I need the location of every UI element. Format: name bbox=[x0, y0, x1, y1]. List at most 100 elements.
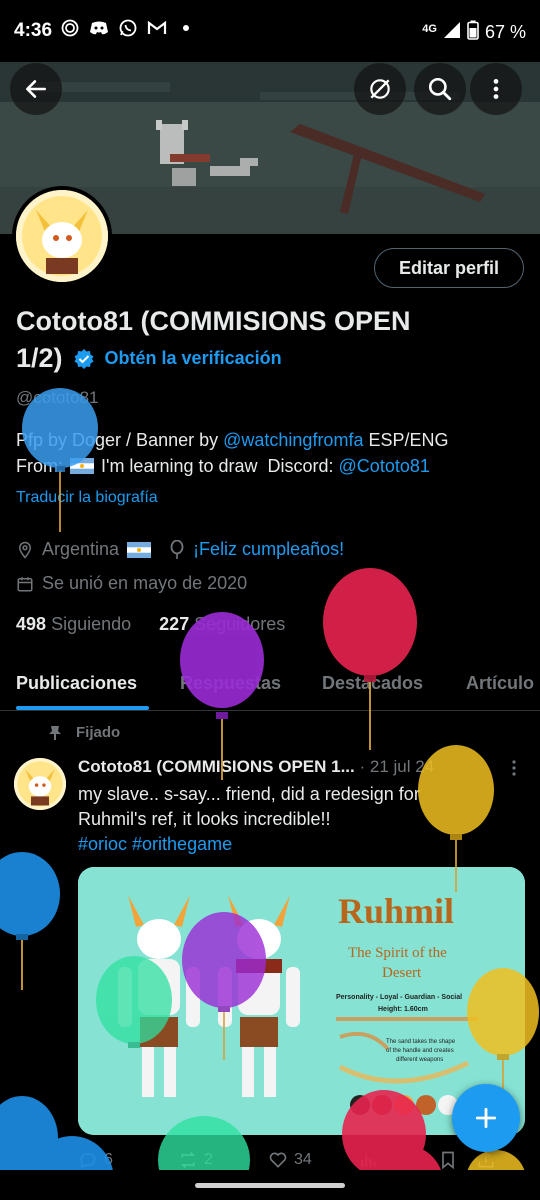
tab-articles[interactable]: Artículo bbox=[466, 673, 534, 694]
grok-icon bbox=[370, 79, 390, 99]
post-hashtags[interactable]: #orioc #orithegame bbox=[78, 832, 518, 857]
bio-text-1: Pfp by Doger / Banner by bbox=[16, 430, 224, 450]
status-time: 4:36 bbox=[14, 20, 53, 41]
ref-subtitle-2: Desert bbox=[382, 965, 422, 981]
tab-replies[interactable]: Respuestas bbox=[180, 673, 281, 694]
battery-percent: 67 % bbox=[484, 22, 526, 42]
battery-icon bbox=[467, 20, 479, 45]
bookmark-share-group bbox=[438, 1150, 496, 1170]
tab-posts[interactable]: Publicaciones bbox=[16, 673, 137, 694]
post-author-avatar[interactable] bbox=[14, 758, 66, 810]
bio-text-3: From: bbox=[16, 456, 68, 476]
profile-avatar[interactable] bbox=[12, 186, 112, 286]
profile-name-line2: 1/2) bbox=[16, 343, 63, 373]
like-count: 34 bbox=[294, 1151, 312, 1168]
discord-handle-link[interactable]: @Cototo81 bbox=[339, 453, 430, 479]
post-text-line2: Ruhmil's ref, it looks incredible!! bbox=[78, 809, 331, 829]
signal-app-icon bbox=[60, 18, 80, 38]
post-header: Cototo81 (COMMISIONS OPEN 1... · 21 jul … bbox=[78, 757, 434, 777]
post-text: my slave.. s-say... friend, did a redesi… bbox=[78, 782, 518, 857]
post-actions: 6 2 34 bbox=[78, 1150, 528, 1170]
active-tab-indicator bbox=[16, 706, 149, 710]
plus-icon bbox=[475, 1107, 497, 1129]
avatar-artwork bbox=[16, 190, 108, 282]
location-text: Argentina bbox=[42, 539, 120, 559]
status-right: 4G 67 % bbox=[422, 20, 526, 45]
more-vertical-icon bbox=[493, 79, 499, 99]
like-button[interactable]: 34 bbox=[268, 1150, 358, 1170]
ruhmil-reference-art: Ruhmil The Spirit of the Desert Personal… bbox=[78, 867, 525, 1135]
more-vertical-icon bbox=[512, 760, 516, 776]
bookmark-icon[interactable] bbox=[438, 1150, 458, 1170]
compose-post-button[interactable] bbox=[452, 1084, 520, 1152]
ref-height: Height: 1.60cm bbox=[378, 1006, 428, 1013]
followers-count: 227 bbox=[159, 614, 190, 634]
profile-handle: @cototo81 bbox=[16, 388, 99, 407]
balloon-icon bbox=[169, 539, 185, 560]
repost-button[interactable]: 2 bbox=[178, 1150, 268, 1170]
ref-note-3: different weapons bbox=[396, 1057, 443, 1063]
post-author-name[interactable]: Cototo81 (COMMISIONS OPEN 1... bbox=[78, 757, 355, 776]
status-bar: 4:36 4G 67 % bbox=[0, 0, 540, 62]
post-image[interactable]: Ruhmil The Spirit of the Desert Personal… bbox=[78, 867, 525, 1135]
ref-subtitle-1: The Spirit of the bbox=[348, 945, 447, 961]
cell-signal-icon bbox=[443, 21, 461, 44]
followers-label: Seguidores bbox=[194, 614, 286, 634]
profile-name-line1: Cototo81 (COMMISIONS OPEN bbox=[16, 306, 411, 336]
balloon-blue-left bbox=[0, 852, 60, 990]
location-pin-icon bbox=[16, 541, 34, 559]
following-count: 498 bbox=[16, 614, 47, 634]
network-type: 4G bbox=[422, 22, 437, 35]
home-gesture-handle[interactable] bbox=[195, 1183, 345, 1188]
heart-icon bbox=[269, 1152, 287, 1168]
joined-text: Se unió en mayo de 2020 bbox=[42, 573, 248, 593]
reply-icon bbox=[80, 1152, 96, 1170]
pinned-label: Fijado bbox=[48, 724, 120, 741]
bio-text-4: I'm learning to draw Discord: bbox=[96, 456, 339, 476]
reply-count: 6 bbox=[104, 1151, 113, 1168]
bio-text-2: ESP/ENG bbox=[363, 430, 449, 450]
views-icon bbox=[361, 1155, 376, 1167]
search-button[interactable] bbox=[414, 63, 466, 115]
follow-counts: 498 Siguiendo 227 Seguidores bbox=[16, 614, 285, 635]
repost-count: 2 bbox=[204, 1151, 213, 1168]
get-verified-link[interactable]: Obtén la verificación bbox=[105, 340, 282, 377]
verified-badge-icon[interactable] bbox=[73, 348, 95, 370]
balloon-red bbox=[323, 568, 417, 750]
translate-bio-link[interactable]: Traducir la biografía bbox=[16, 489, 158, 507]
post-more-button[interactable] bbox=[505, 758, 523, 783]
grok-button[interactable] bbox=[354, 63, 406, 115]
following-link[interactable]: 498 Siguiendo bbox=[16, 614, 131, 634]
post-text-line1: my slave.. s-say... friend, did a redesi… bbox=[78, 784, 420, 804]
calendar-icon bbox=[16, 575, 34, 593]
profile-bio: Pfp by Doger / Banner by @watchingfromfa… bbox=[16, 427, 526, 479]
more-options-button[interactable] bbox=[470, 63, 522, 115]
ref-note-2: of the handle and creates bbox=[386, 1048, 454, 1054]
pin-icon bbox=[48, 725, 62, 741]
post-avatar-artwork bbox=[14, 758, 66, 810]
argentina-flag-icon bbox=[70, 458, 94, 474]
location-row: Argentina ¡Feliz cumpleaños! bbox=[16, 539, 344, 560]
ref-title: Ruhmil bbox=[338, 891, 454, 931]
profile-tabs: Publicaciones Respuestas Destacados Artí… bbox=[0, 660, 540, 711]
ref-note-1: The sand takes the shape bbox=[386, 1039, 456, 1045]
following-label: Siguiendo bbox=[51, 614, 132, 634]
arrow-left-icon bbox=[26, 80, 46, 98]
post-date: · 21 jul 24 bbox=[359, 757, 435, 776]
argentina-flag-icon bbox=[127, 541, 152, 558]
edit-profile-button[interactable]: Editar perfil bbox=[374, 248, 524, 288]
share-icon[interactable] bbox=[476, 1150, 496, 1170]
profile-name: Cototo81 (COMMISIONS OPEN 1/2) Obtén la … bbox=[16, 303, 516, 377]
views-button[interactable] bbox=[358, 1150, 438, 1170]
back-button[interactable] bbox=[10, 63, 62, 115]
reply-button[interactable]: 6 bbox=[78, 1150, 178, 1170]
repost-icon bbox=[180, 1151, 196, 1169]
search-icon bbox=[428, 77, 452, 101]
birthday-text[interactable]: ¡Feliz cumpleaños! bbox=[193, 539, 344, 560]
banner-artist-link[interactable]: @watchingfromfa bbox=[223, 430, 363, 450]
more-notifications-dot-icon bbox=[176, 18, 196, 38]
tab-highlights[interactable]: Destacados bbox=[322, 673, 423, 694]
pinned-text: Fijado bbox=[76, 724, 121, 741]
ref-traits: Personality - Loyal - Guardian - Social bbox=[336, 994, 462, 1001]
followers-link[interactable]: 227 Seguidores bbox=[159, 614, 285, 634]
